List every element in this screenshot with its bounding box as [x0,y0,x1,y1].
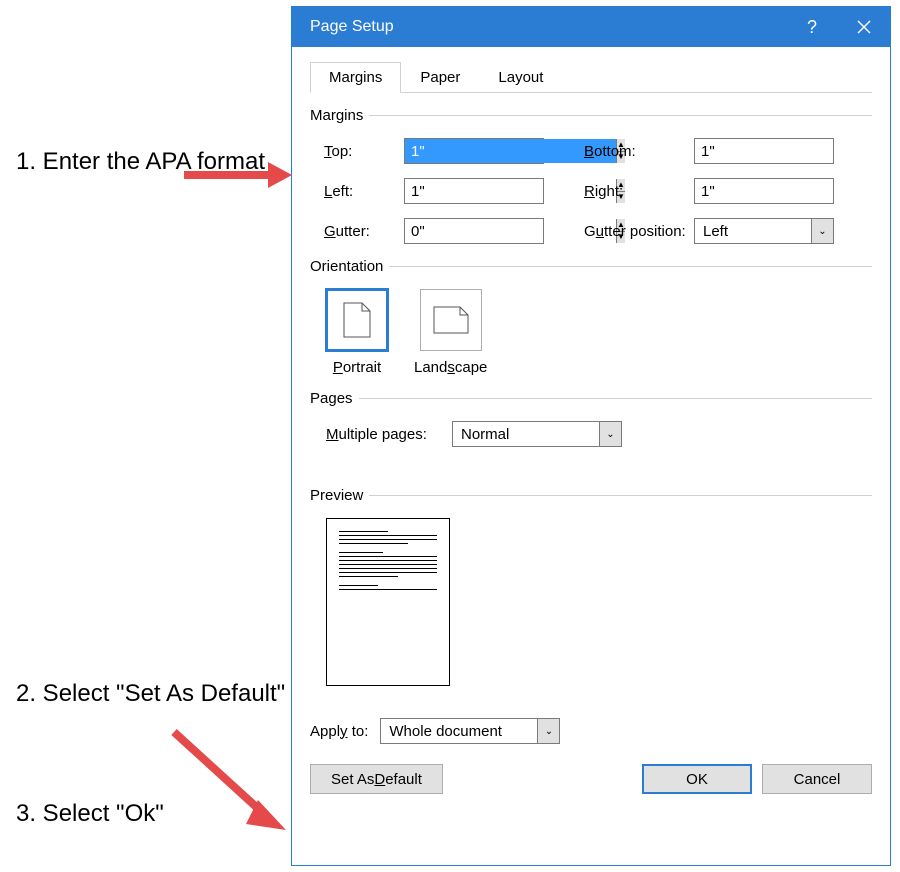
instruction-step-2: 2. Select "Set As Default" [16,680,285,709]
top-label: Top: [324,143,404,160]
tab-strip: Margins Paper Layout [310,61,872,93]
dialog-title: Page Setup [310,18,786,36]
right-label: Right: [584,183,694,200]
chevron-down-icon[interactable]: ⌄ [537,719,559,743]
top-input[interactable]: ▲▼ [404,138,544,164]
gutter-label: Gutter: [324,223,404,240]
orientation-group-header: Orientation [310,258,872,275]
gutter-position-select[interactable]: Left ⌄ [694,218,834,244]
chevron-down-icon[interactable]: ⌄ [811,219,833,243]
preview-page-icon [326,518,450,686]
portrait-label: Portrait [333,359,381,376]
multiple-pages-select[interactable]: Normal ⌄ [452,421,622,447]
landscape-label: Landscape [414,359,487,376]
bottom-label: Bottom: [584,143,694,160]
orientation-landscape[interactable] [420,289,482,351]
chevron-down-icon[interactable]: ⌄ [599,422,621,446]
bottom-input-field[interactable] [695,139,900,163]
tab-margins[interactable]: Margins [310,62,401,93]
margins-group-header: Margins [310,107,872,124]
pages-group-header: Pages [310,390,872,407]
tab-layout[interactable]: Layout [479,62,562,93]
arrow-icon [168,726,288,836]
instruction-step-3: 3. Select "Ok" [16,800,164,829]
tab-paper[interactable]: Paper [401,62,479,93]
portrait-page-icon [342,301,372,339]
set-as-default-button[interactable]: Set As Default [310,764,443,794]
orientation-portrait[interactable] [326,289,388,351]
close-button[interactable] [838,7,890,47]
preview-group-header: Preview [310,487,872,504]
ok-button[interactable]: OK [642,764,752,794]
landscape-page-icon [432,305,470,335]
right-input[interactable]: ▲▼ [694,178,834,204]
bottom-input[interactable]: ▲▼ [694,138,834,164]
arrow-icon [180,158,292,192]
page-setup-dialog: Page Setup ? Margins Paper Layout Margin… [291,6,891,866]
gutter-position-label: Gutter position: [584,223,694,240]
cancel-button[interactable]: Cancel [762,764,872,794]
help-button[interactable]: ? [786,7,838,47]
gutter-input[interactable]: ▲▼ [404,218,544,244]
title-bar: Page Setup ? [292,7,890,47]
multiple-pages-label: Multiple pages: [326,426,436,443]
left-label: Left: [324,183,404,200]
apply-to-label: Apply to: [310,723,368,740]
right-input-field[interactable] [695,179,900,203]
apply-to-select[interactable]: Whole document ⌄ [380,718,560,744]
left-input[interactable]: ▲▼ [404,178,544,204]
close-icon [857,20,871,34]
